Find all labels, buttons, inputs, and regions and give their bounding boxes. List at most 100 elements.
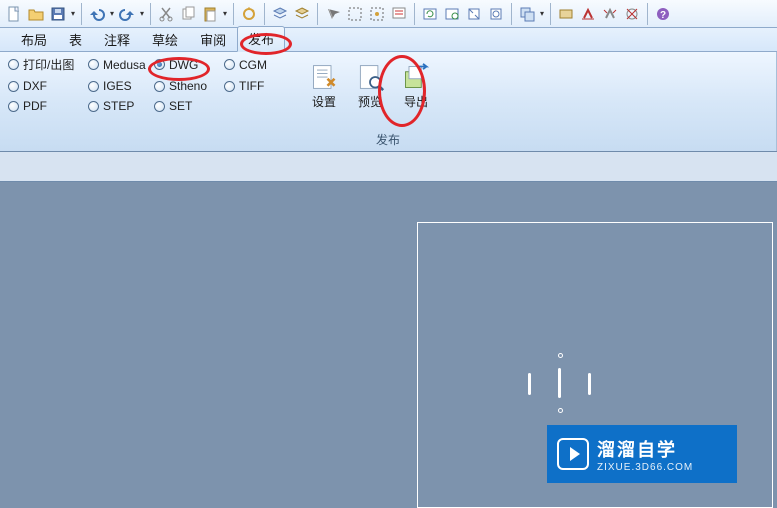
repaint-button[interactable] xyxy=(441,3,463,25)
preview-label: 预览 xyxy=(358,93,382,110)
format-radio-label: IGES xyxy=(103,79,132,93)
export-icon xyxy=(402,63,430,91)
watermark-title: 溜溜自学 xyxy=(597,436,693,462)
redo-dropdown[interactable]: ▾ xyxy=(138,9,146,18)
regenerate-button[interactable] xyxy=(238,3,260,25)
find-button[interactable] xyxy=(322,3,344,25)
tool-b-icon xyxy=(580,6,596,22)
format-radio-pdf[interactable]: PDF xyxy=(8,99,84,113)
undo-dropdown[interactable]: ▾ xyxy=(108,9,116,18)
fit2-button[interactable] xyxy=(485,3,507,25)
format-radio-set[interactable]: SET xyxy=(154,99,220,113)
format-radio-tiff[interactable]: TIFF xyxy=(224,79,280,93)
format-radio-dxf[interactable]: DXF xyxy=(8,79,84,93)
undo-button[interactable] xyxy=(86,3,108,25)
window-icon xyxy=(519,6,535,22)
tool-c-button[interactable] xyxy=(599,3,621,25)
format-radio-label: DXF xyxy=(23,79,47,93)
toolbar-separator xyxy=(647,3,648,25)
find-icon xyxy=(325,6,341,22)
filter-icon xyxy=(391,6,407,22)
toolbar-separator xyxy=(317,3,318,25)
refresh-view-button[interactable] xyxy=(419,3,441,25)
save-button[interactable] xyxy=(47,3,69,25)
select-chain-icon xyxy=(369,6,385,22)
format-radio-step[interactable]: STEP xyxy=(88,99,150,113)
format-radio-stheno[interactable]: Stheno xyxy=(154,79,220,93)
cut-icon xyxy=(158,6,174,22)
select-box-button[interactable] xyxy=(344,3,366,25)
undo-icon xyxy=(89,6,105,22)
save-dropdown[interactable]: ▾ xyxy=(69,9,77,18)
radio-dot-icon xyxy=(8,81,19,92)
menu-tab-5[interactable]: 发布 xyxy=(237,26,285,52)
copy-button[interactable] xyxy=(177,3,199,25)
radio-dot-icon xyxy=(88,81,99,92)
redo-icon xyxy=(119,6,135,22)
copy-icon xyxy=(180,6,196,22)
format-radio-iges[interactable]: IGES xyxy=(88,79,150,93)
radio-dot-icon xyxy=(224,59,235,70)
layers-button[interactable] xyxy=(269,3,291,25)
toolbar-separator xyxy=(550,3,551,25)
tool-d-icon xyxy=(624,6,640,22)
tool-b-button[interactable] xyxy=(577,3,599,25)
refresh-view-icon xyxy=(422,6,438,22)
settings-label: 设置 xyxy=(312,93,336,110)
format-radio-label: DWG xyxy=(169,58,198,72)
window-dropdown[interactable]: ▾ xyxy=(538,9,546,18)
export-button[interactable]: 导出 xyxy=(398,60,434,113)
layers2-icon xyxy=(294,6,310,22)
window-button[interactable] xyxy=(516,3,538,25)
help-button[interactable]: ? xyxy=(652,3,674,25)
toolbar-separator xyxy=(81,3,82,25)
format-radio-dwg[interactable]: DWG xyxy=(154,56,220,73)
radio-dot-icon xyxy=(88,101,99,112)
svg-text:?: ? xyxy=(660,10,666,21)
radio-dot-icon xyxy=(154,59,165,70)
format-radio-medusa[interactable]: Medusa xyxy=(88,56,150,73)
format-radio-label: TIFF xyxy=(239,79,264,93)
settings-button[interactable]: 设置 xyxy=(306,60,342,113)
fit-button[interactable] xyxy=(463,3,485,25)
menu-tab-4[interactable]: 审阅 xyxy=(189,27,237,52)
format-radio-cgm[interactable]: CGM xyxy=(224,56,280,73)
menu-tab-1[interactable]: 表 xyxy=(58,27,93,52)
menu-tabs: 布局表注释草绘审阅发布 xyxy=(0,28,777,52)
select-chain-button[interactable] xyxy=(366,3,388,25)
layers2-button[interactable] xyxy=(291,3,313,25)
format-radio-label: STEP xyxy=(103,99,134,113)
paste-dropdown[interactable]: ▾ xyxy=(221,9,229,18)
tool-a-button[interactable] xyxy=(555,3,577,25)
radio-dot-icon xyxy=(8,59,19,70)
tool-c-icon xyxy=(602,6,618,22)
fit-icon xyxy=(466,6,482,22)
new-file-button[interactable] xyxy=(3,3,25,25)
menu-tab-3[interactable]: 草绘 xyxy=(141,27,189,52)
paste-button[interactable] xyxy=(199,3,221,25)
settings-icon xyxy=(310,63,338,91)
help-icon: ? xyxy=(655,6,671,22)
radio-dot-icon xyxy=(154,101,165,112)
ribbon-group-label: 发布 xyxy=(0,131,776,148)
format-radio-label: Stheno xyxy=(169,79,207,93)
dock-gap xyxy=(0,152,777,182)
layers-icon xyxy=(272,6,288,22)
format-radio-打印/出图[interactable]: 打印/出图 xyxy=(8,56,84,73)
cut-button[interactable] xyxy=(155,3,177,25)
menu-tab-0[interactable]: 布局 xyxy=(10,27,58,52)
filter-button[interactable] xyxy=(388,3,410,25)
open-button[interactable] xyxy=(25,3,47,25)
open-icon xyxy=(28,6,44,22)
toolbar-separator xyxy=(233,3,234,25)
tool-d-button[interactable] xyxy=(621,3,643,25)
save-icon xyxy=(50,6,66,22)
main-toolbar: ▾ ▾ ▾ ▾ ▾? xyxy=(0,0,777,28)
menu-tab-2[interactable]: 注释 xyxy=(93,27,141,52)
preview-button[interactable]: 预览 xyxy=(352,60,388,113)
new-file-icon xyxy=(6,6,22,22)
format-radio-label: SET xyxy=(169,99,192,113)
play-icon xyxy=(557,438,589,470)
repaint-icon xyxy=(444,6,460,22)
redo-button[interactable] xyxy=(116,3,138,25)
